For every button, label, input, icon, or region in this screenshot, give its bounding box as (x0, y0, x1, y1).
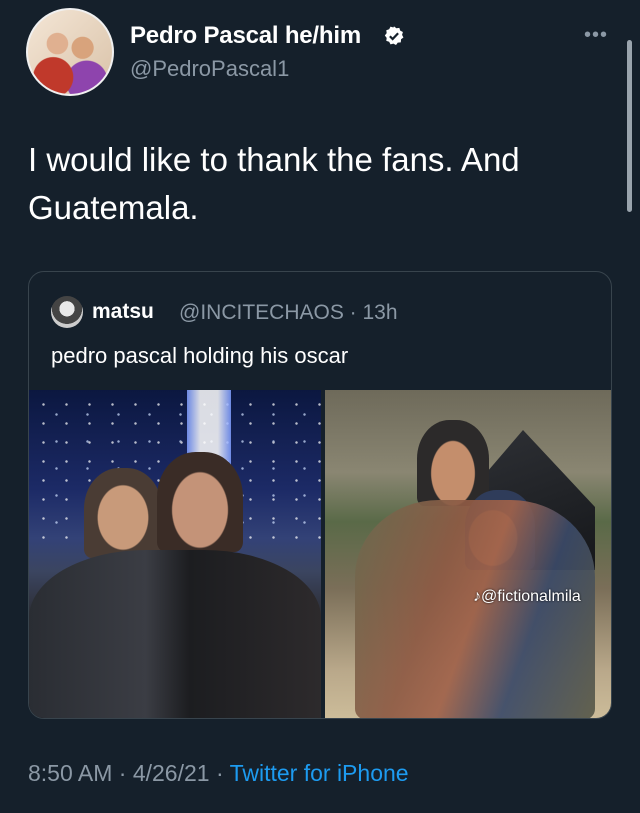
embrace (355, 500, 595, 718)
scrollbar[interactable] (627, 40, 632, 212)
tweet-meta: 8:50 AM · 4/26/21 · Twitter for iPhone (28, 760, 409, 787)
tweet-text: I would like to thank the fans. And Guat… (28, 141, 520, 226)
suits (29, 550, 321, 718)
quoted-author-avatar[interactable] (51, 296, 83, 328)
quoted-tweet[interactable]: matsu @INCITECHAOS · 13h pedro pascal ho… (28, 271, 612, 719)
person-cap (417, 420, 489, 506)
verified-badge-icon (384, 26, 404, 45)
quoted-tweet-text: pedro pascal holding his oscar (51, 343, 349, 368)
quoted-author-handle-time: @INCITECHAOS · 13h (179, 301, 398, 324)
quoted-author-name[interactable]: matsu (92, 300, 154, 324)
author-display-name[interactable]: Pedro Pascal he/him (130, 22, 361, 50)
more-icon[interactable]: ••• (584, 24, 608, 47)
quoted-photo-right[interactable]: ♪@fictionalmila (325, 390, 611, 718)
person-right (157, 452, 243, 552)
tiktok-watermark: ♪@fictionalmila (473, 588, 581, 605)
person-left (84, 468, 162, 558)
quoted-photo-left[interactable] (29, 390, 321, 718)
client-source-link[interactable]: Twitter for iPhone (230, 760, 409, 786)
author-handle[interactable]: @PedroPascal1 (130, 56, 289, 82)
timestamp[interactable]: 8:50 AM · 4/26/21 · (28, 760, 230, 786)
author-avatar[interactable] (26, 8, 114, 96)
